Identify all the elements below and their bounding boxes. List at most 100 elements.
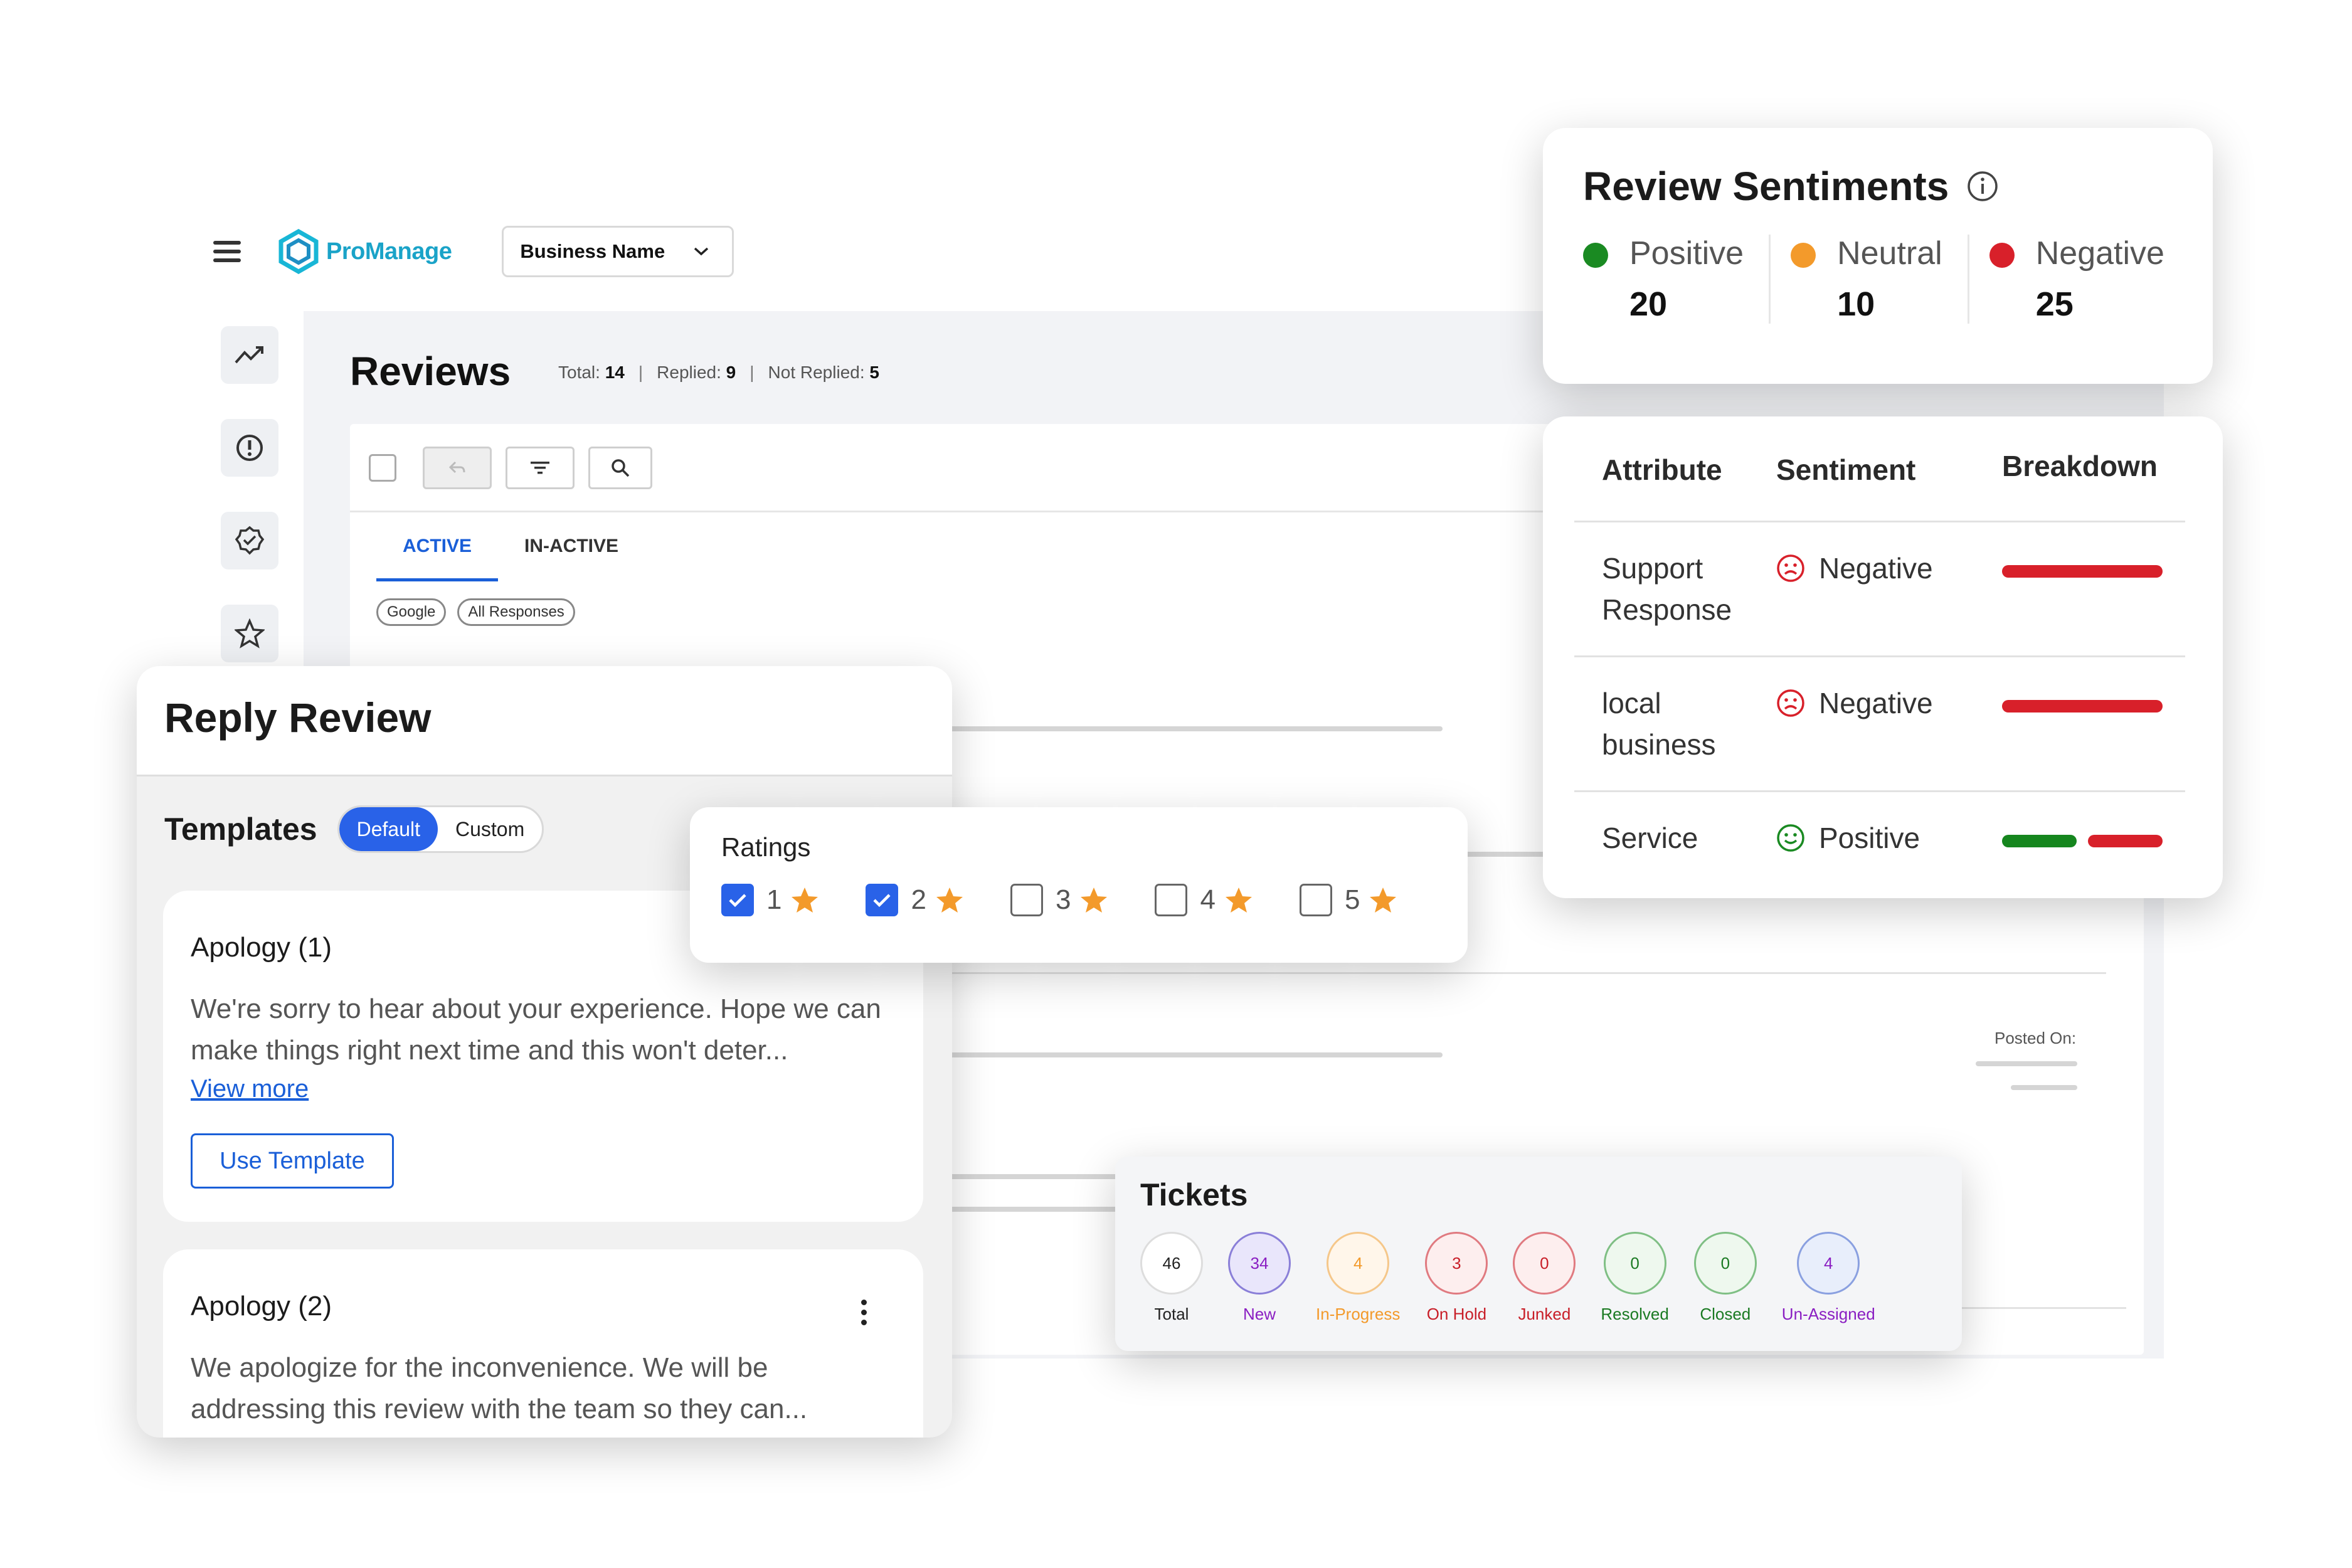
more-options-icon[interactable] — [861, 1300, 867, 1325]
rating-value: 2 — [911, 884, 926, 915]
table-row: Service Positive — [1574, 792, 2185, 884]
rating-option-4[interactable]: 4 — [1155, 884, 1253, 916]
ticket-total[interactable]: 46 Total — [1140, 1232, 1203, 1324]
ticket-in-progress[interactable]: 4 In-Progress — [1316, 1232, 1400, 1324]
rating-options: 1 2 3 4 5 — [721, 884, 1468, 916]
attribute-sentiment: Negative — [1776, 548, 2002, 630]
checkmark-icon — [729, 894, 746, 908]
stat-not-replied-value: 5 — [869, 363, 879, 382]
search-icon — [612, 459, 630, 477]
chip-all-responses[interactable]: All Responses — [457, 598, 575, 626]
reply-icon — [448, 461, 465, 474]
reply-button[interactable] — [423, 447, 492, 489]
trend-icon — [235, 346, 263, 364]
select-all-checkbox[interactable] — [369, 454, 396, 482]
sentiment-label: Neutral — [1791, 235, 1942, 272]
posted-on-label: Posted On: — [1994, 1029, 2077, 1047]
reply-review-panel: Reply Review Templates Default Custom Ap… — [137, 666, 952, 1438]
list-toolbar — [369, 447, 652, 489]
ticket-count: 0 — [1513, 1232, 1576, 1295]
skeleton-line — [2011, 1085, 2077, 1090]
rail-alerts[interactable] — [221, 419, 278, 477]
stat-not-replied-label: Not Replied: — [768, 363, 865, 382]
ticket-closed[interactable]: 0 Closed — [1693, 1232, 1757, 1324]
rating-option-1[interactable]: 1 — [721, 884, 819, 916]
ticket-un-assigned[interactable]: 4 Un-Assigned — [1782, 1232, 1875, 1324]
ticket-label: Closed — [1700, 1305, 1751, 1323]
stat-total-value: 14 — [605, 363, 625, 382]
info-icon[interactable] — [1966, 170, 1999, 203]
rail-analytics[interactable] — [221, 326, 278, 384]
ticket-count: 4 — [1327, 1232, 1390, 1295]
chip-google[interactable]: Google — [376, 598, 447, 626]
ticket-label: Total — [1154, 1305, 1189, 1323]
skeleton-line — [947, 1174, 1135, 1179]
sentiment-text: Negative — [1819, 687, 1933, 719]
left-rail — [221, 326, 278, 662]
row-divider — [1944, 1307, 2126, 1309]
positive-bar — [2002, 835, 2077, 847]
tab-inactive[interactable]: IN-ACTIVE — [498, 536, 645, 581]
ticket-resolved[interactable]: 0 Resolved — [1601, 1232, 1669, 1324]
sentiment-count: 10 — [1837, 285, 1875, 323]
rating-option-2[interactable]: 2 — [866, 884, 963, 916]
chevron-down-icon — [694, 247, 709, 256]
business-select[interactable]: Business Name — [502, 226, 734, 277]
page-title: Reviews — [350, 349, 511, 394]
review-stats: Total: 14 | Replied: 9 | Not Replied: 5 — [558, 363, 879, 382]
app-header: ProManage Business Name — [213, 226, 734, 277]
sentiment-label-text: Negative — [2035, 235, 2164, 272]
brand-name: ProManage — [326, 238, 452, 265]
sentiment-positive: Positive 20 — [1583, 235, 1769, 324]
rating-checkbox[interactable] — [1155, 884, 1188, 916]
ticket-count: 0 — [1603, 1232, 1666, 1295]
header-breakdown: Breakdown — [2002, 450, 2158, 482]
tab-active[interactable]: ACTIVE — [376, 536, 499, 581]
attribute-sentiment: Positive — [1776, 817, 2002, 859]
rating-option-3[interactable]: 3 — [1010, 884, 1108, 916]
sentiment-text: Negative — [1819, 552, 1933, 585]
ticket-junked[interactable]: 0 Junked — [1513, 1232, 1576, 1324]
ratings-title: Ratings — [721, 832, 811, 862]
ticket-count: 34 — [1228, 1232, 1291, 1295]
rating-value: 4 — [1200, 884, 1216, 915]
rating-option-5[interactable]: 5 — [1299, 884, 1397, 916]
table-row: local business Negative — [1574, 657, 2185, 792]
sentiment-neutral: Neutral 10 — [1769, 235, 1968, 324]
template-card: Apology (2) We apologize for the inconve… — [163, 1249, 923, 1438]
sentiment-counts: Positive 20 Neutral 10 Negative 25 — [1583, 235, 2213, 324]
search-button[interactable] — [588, 447, 652, 489]
view-more-link[interactable]: View more — [191, 1075, 309, 1103]
breakdown-bars — [2002, 817, 2175, 859]
ticket-label: Resolved — [1601, 1305, 1669, 1323]
checkmark-icon — [873, 894, 891, 908]
star-icon — [792, 887, 818, 913]
rail-verified[interactable] — [221, 512, 278, 569]
rating-checkbox[interactable] — [721, 884, 754, 916]
attribute-name: Support Response — [1602, 552, 1732, 626]
toggle-custom[interactable]: Custom — [438, 807, 542, 851]
sentiments-title: Review Sentiments — [1583, 163, 2213, 209]
use-template-button[interactable]: Use Template — [191, 1133, 394, 1189]
templates-label: Templates — [164, 812, 317, 847]
sentiment-count: 20 — [1629, 285, 1668, 323]
star-outline-icon — [235, 618, 265, 649]
rating-checkbox[interactable] — [1010, 884, 1043, 916]
ticket-count: 4 — [1797, 1232, 1860, 1295]
rail-reviews[interactable] — [221, 605, 278, 662]
header-attribute: Attribute — [1602, 453, 1722, 486]
business-select-value: Business Name — [520, 240, 665, 262]
menu-icon[interactable] — [213, 241, 241, 262]
toggle-default[interactable]: Default — [339, 807, 438, 851]
status-tabs: ACTIVE IN-ACTIVE — [376, 536, 645, 581]
ticket-new[interactable]: 34 New — [1228, 1232, 1291, 1324]
filter-button[interactable] — [506, 447, 575, 489]
template-body: We apologize for the inconvenience. We w… — [191, 1352, 808, 1424]
ticket-on-hold[interactable]: 3 On Hold — [1425, 1232, 1488, 1324]
skeleton-line — [947, 1052, 1443, 1057]
rating-checkbox[interactable] — [866, 884, 899, 916]
rating-checkbox[interactable] — [1299, 884, 1332, 916]
star-icon — [1081, 887, 1108, 913]
brand-logo[interactable]: ProManage — [276, 229, 452, 274]
table-header: Attribute Sentiment Breakdown — [1574, 449, 2185, 522]
